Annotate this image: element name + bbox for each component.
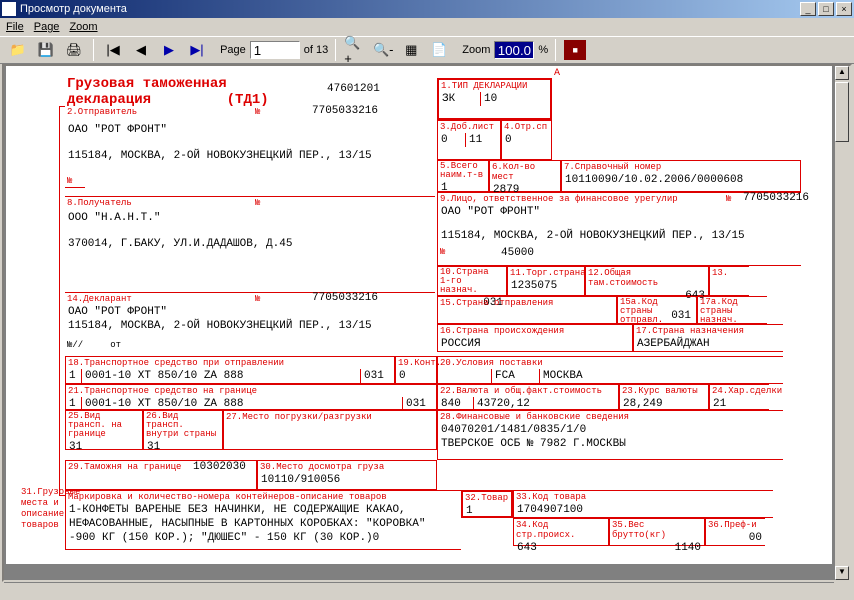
fit-width-icon[interactable]: 📄 (427, 39, 451, 61)
box-36: 36.Преф-и00 (705, 518, 765, 546)
first-page-icon[interactable]: |◀ (101, 39, 125, 61)
box-22: 22.Валюта и общ.факт.стоимость 840 43720… (437, 384, 619, 410)
page-total: of 13 (304, 44, 328, 56)
box-14: 14.Декларант № 7705033216 ОАО "РОТ ФРОНТ… (65, 292, 435, 351)
box-2: 2.Отправитель № 7705033216 ОАО "РОТ ФРОН… (65, 106, 435, 188)
fit-page-icon[interactable]: ▦ (399, 39, 423, 61)
window-title: Просмотр документа (20, 3, 127, 15)
doc-number: 47601201 (324, 82, 383, 96)
maximize-button[interactable]: □ (818, 2, 834, 16)
toolbar: 📁 💾 🖨 |◀ ◀ ▶ ▶| Page of 13 🔍+ 🔍- ▦ 📄 Zoo… (0, 36, 854, 64)
scroll-thumb[interactable] (835, 82, 849, 142)
box-31-side: 31.Грузовые места и описание товаров (19, 486, 63, 532)
scroll-up-icon[interactable]: ▲ (835, 66, 849, 80)
box-20: 20.Условия поставки FCA МОСКВА (437, 356, 783, 384)
box-9: 9.Лицо, ответственное за финансовое урег… (437, 192, 801, 266)
box-23: 23.Курс валюты28,249 (619, 384, 709, 410)
box-10: 10.Страна 1-го назнач.031 (437, 266, 507, 296)
scroll-down-icon[interactable]: ▼ (835, 566, 849, 580)
box-29: 29.Таможня на границе 10302030 (65, 460, 257, 490)
box-15: 15.Страна отправления (437, 296, 617, 324)
box-15a: 15а.Код страны отправл.031 (617, 296, 697, 324)
menu-file[interactable]: File (6, 21, 24, 33)
box-17a: 17а.Код страны назнач. (697, 296, 767, 324)
zoom-in-icon[interactable]: 🔍+ (343, 39, 367, 61)
box-13: 13. (709, 266, 749, 296)
minimize-button[interactable]: _ (800, 2, 816, 16)
save-icon[interactable]: 💾 (34, 39, 58, 61)
box-21: 21.Транспортное средство на границе 1 00… (65, 384, 437, 410)
box-26: 26.Вид трансп. внутри страны31 (143, 410, 223, 450)
scrollbar-horizontal[interactable] (4, 582, 834, 598)
box-35: 35.Вес брутто(кг)1140 (609, 518, 705, 546)
box-7: 7.Справочный номер10110090/10.02.2006/00… (561, 160, 801, 192)
menu-page[interactable]: Page (34, 21, 60, 33)
prev-page-icon[interactable]: ◀ (129, 39, 153, 61)
print-icon[interactable]: 🖨 (62, 39, 86, 61)
box-8: 8.Получатель № ООО "Н.А.Н.Т." 370014, Г.… (65, 196, 435, 251)
last-page-icon[interactable]: ▶| (185, 39, 209, 61)
zoom-out-icon[interactable]: 🔍- (371, 39, 395, 61)
box-6: 6.Кол-во мест2879 (489, 160, 561, 192)
box-3: 3.Доб.лист 011 (437, 120, 501, 160)
box-30: 30.Место досмотра груза10110/910056 (257, 460, 437, 490)
box-12: 12.Общая там.стоимость643 (585, 266, 709, 296)
title-bar: Просмотр документа _ □ × (0, 0, 854, 18)
zoom-input[interactable] (494, 41, 534, 59)
app-icon (2, 2, 16, 16)
box-11: 11.Торг.страна1235075 (507, 266, 585, 296)
box-16: 16.Страна происхожденияРОССИЯ (437, 324, 633, 352)
box-31: Маркировка и количество-номера контейнер… (65, 490, 461, 550)
open-icon[interactable]: 📁 (6, 39, 30, 61)
box-19: 19.Конт.0 (395, 356, 437, 384)
menu-bar: File Page Zoom (0, 18, 854, 36)
zoom-label: Zoom (462, 44, 490, 56)
doc-title: Грузовая таможенная декларация (ТД1) (67, 76, 269, 108)
scrollbar-vertical[interactable]: ▲ ▼ (834, 66, 850, 580)
close-button[interactable]: × (836, 2, 852, 16)
page-label: Page (220, 44, 246, 56)
document-viewport: Грузовая таможенная декларация (ТД1) 476… (2, 64, 852, 582)
box-32: 32.Товар1 (461, 490, 513, 518)
box-4: 4.Отр.сп0 (501, 120, 552, 160)
menu-zoom[interactable]: Zoom (69, 21, 97, 33)
box-24: 24.Хар.сделки21 (709, 384, 769, 410)
box-25: 25.Вид трансп. на границе31 (65, 410, 143, 450)
page-input[interactable] (250, 41, 300, 59)
box-28: 28.Финансовые и банковские сведения 0407… (437, 410, 783, 460)
box-33: 33.Код товара1704907100 (513, 490, 773, 518)
box-1: 1.ТИП ДЕКЛАРАЦИИ ЗК 10 (437, 78, 552, 120)
zoom-pct: % (538, 44, 548, 56)
box-5: 5.Всего наим.т-в1 (437, 160, 489, 192)
next-page-icon[interactable]: ▶ (157, 39, 181, 61)
document-page: Грузовая таможенная декларация (ТД1) 476… (6, 66, 832, 564)
box-27: 27.Место погрузки/разгрузки (223, 410, 437, 450)
col-a: А (554, 68, 560, 79)
box-17: 17.Страна назначенияАЗЕРБАЙДЖАН (633, 324, 783, 352)
stop-icon[interactable]: ■ (563, 39, 587, 61)
box-18: 18.Транспортное средство при отправлении… (65, 356, 395, 384)
box-34: 34.Код стр.происх.643 (513, 518, 609, 546)
